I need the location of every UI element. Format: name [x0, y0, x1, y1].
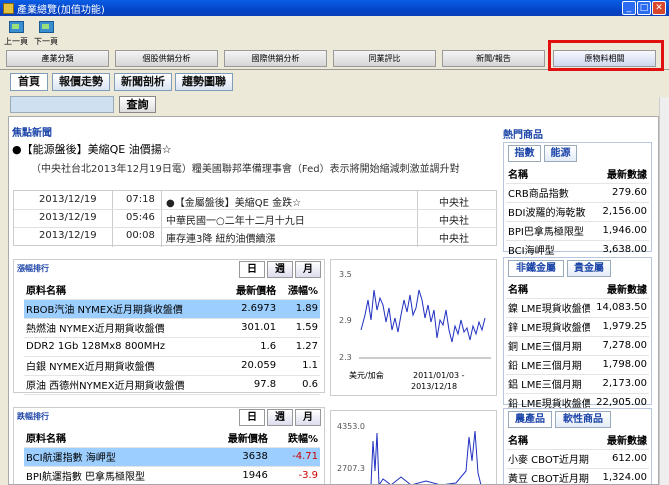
tab-quote-trend[interactable]: 報價走勢 — [52, 73, 110, 91]
prev-page-icon — [7, 18, 25, 34]
tab-industry-category[interactable]: 產業分類 — [6, 50, 109, 67]
table-row[interactable]: 黃豆 CBOT近月期 1,324.00 — [506, 468, 649, 484]
focus-summary: （中央社台北2013年12月19日電）糧美國聯邦準備理事會（Fed）表示將開始縮… — [31, 164, 460, 175]
gainers-chart: 3.5 2.9 2.3 美元/加侖 2011/01/03 - 2013/12/1… — [330, 259, 497, 396]
losers-tab-day[interactable]: 日 — [239, 409, 265, 426]
minimize-button[interactable]: _ — [622, 1, 636, 15]
gainers-panel: 漲幅排行 日 週 月 原料名稱 最新價格 漲幅% RBOB汽油 NYMEX近月期貨收… — [13, 259, 325, 395]
svg-text:2013/12/18: 2013/12/18 — [411, 382, 457, 391]
window-title: 產業總覽(加值功能) — [17, 4, 105, 16]
svg-text:2707.3: 2707.3 — [337, 464, 365, 473]
gainers-tab-week[interactable]: 週 — [267, 261, 293, 278]
losers-title: 跌幅排行 — [17, 412, 49, 421]
vertical-scrollbar[interactable] — [659, 97, 669, 485]
losers-tab-week[interactable]: 週 — [267, 409, 293, 426]
news-list: 2013/12/19 07:18 ●【金屬盤後】美縮QE 金跌☆ 中央社 201… — [13, 190, 498, 247]
hot-group-metals: 非鐵金屬 貴金屬 名稱 最新數據 鎳 LME現貨收盤價 14,083.50 鋅 LM… — [503, 257, 652, 413]
table-row[interactable]: BDI波羅的海乾散 2,156.00 — [506, 202, 649, 222]
news-item[interactable]: 2013/12/19 07:18 ●【金屬盤後】美縮QE 金跌☆ 中央社 — [14, 192, 498, 209]
table-row[interactable]: 鋅 LME現貨收盤價 1,979.25 — [506, 317, 649, 337]
table-row[interactable]: RBOB汽油 NYMEX近月期貨收盤價 2.6973 1.89 — [24, 299, 320, 319]
close-button[interactable]: ✕ — [652, 1, 666, 15]
hot-metals-table: 名稱 最新數據 鎳 LME現貨收盤價 14,083.50 鋅 LME現貨收盤價 1,9… — [506, 279, 649, 413]
search-input[interactable] — [10, 96, 114, 113]
tab-index[interactable]: 指數 — [508, 145, 541, 162]
next-page-icon — [37, 18, 55, 34]
table-row[interactable]: CRB商品指數 279.60 — [506, 183, 649, 203]
table-row[interactable]: 原油 西德州NYMEX近月期貨收盤價 97.8 0.6 — [24, 375, 320, 395]
tab-precious[interactable]: 貴金屬 — [567, 260, 611, 277]
tab-peer-compare[interactable]: 同業評比 — [333, 50, 436, 67]
app-icon — [3, 2, 14, 14]
gainers-tab-day[interactable]: 日 — [239, 261, 265, 278]
gainers-sparkline: 3.5 2.9 2.3 美元/加侖 2011/01/03 - 2013/12/1… — [339, 270, 491, 391]
hot-group-index: 指數 能源 名稱 最新數據 CRB商品指數 279.60 BDI波羅的海乾散 2,15… — [503, 142, 652, 260]
svg-text:3.5: 3.5 — [339, 270, 352, 279]
focus-news-title: 焦點新聞 — [12, 128, 52, 139]
table-row[interactable]: 鋁 LME三個月期 2,173.00 — [506, 374, 649, 394]
tab-stock-supply[interactable]: 個股供銷分析 — [115, 50, 218, 67]
gainers-title: 漲幅排行 — [17, 264, 49, 273]
tab-energy[interactable]: 能源 — [544, 145, 577, 162]
table-row[interactable]: 小麥 CBOT近月期 612.00 — [506, 449, 649, 469]
highlight-box — [548, 40, 664, 71]
losers-table: 原料名稱 最新價格 跌幅% BCI航運指數 海岬型 3638 -4.71 BPI航運指數… — [24, 428, 320, 484]
svg-text:4353.0: 4353.0 — [337, 422, 365, 431]
news-item[interactable]: 2013/12/19 05:46 中華民國一○二年十二月十九日 中央社 — [14, 210, 498, 227]
table-row[interactable]: 鉛 LME三個月期 1,798.00 — [506, 355, 649, 375]
gainers-table: 原料名稱 最新價格 漲幅% RBOB汽油 NYMEX近月期貨收盤價 2.6973 1.8… — [24, 280, 320, 395]
tab-agriculture[interactable]: 農產品 — [508, 411, 552, 428]
tab-news-analysis[interactable]: 新聞剖析 — [114, 73, 172, 91]
losers-sparkline: 4353.0 2707.3 — [337, 422, 482, 484]
news-item[interactable]: 2013/12/19 00:08 庫存連3降 紐約油價續漲 中央社 — [14, 228, 498, 245]
tab-nonferrous[interactable]: 非鐵金屬 — [508, 260, 564, 277]
losers-chart: 4353.0 2707.3 — [330, 410, 497, 484]
prev-page-button[interactable]: 上一頁 — [3, 18, 29, 47]
content-area: 焦點新聞 ●【能源盤後】美縮QE 油價揚☆ （中央社台北2013年12月19日電… — [8, 116, 659, 485]
focus-headline[interactable]: ●【能源盤後】美縮QE 油價揚☆ — [12, 141, 172, 157]
tab-intl-supply[interactable]: 國際供銷分析 — [224, 50, 327, 67]
losers-tab-month[interactable]: 月 — [295, 409, 321, 426]
hot-agri-table: 名稱 最新數據 小麥 CBOT近月期 612.00 黃豆 CBOT近月期 1,324.… — [506, 430, 649, 484]
window-title-bar: 產業總覽(加值功能) — [0, 0, 669, 16]
hot-group-agri: 農產品 軟性商品 名稱 最新數據 小麥 CBOT近月期 612.00 黃豆 CBOT… — [503, 408, 652, 484]
svg-text:2.3: 2.3 — [339, 353, 352, 362]
next-page-button[interactable]: 下一頁 — [33, 18, 59, 47]
maximize-button[interactable]: □ — [637, 1, 651, 15]
svg-text:美元/加侖: 美元/加侖 — [349, 370, 384, 380]
tab-news-report[interactable]: 新聞/報告 — [442, 50, 545, 67]
table-row[interactable]: BPI巴拿馬極限型 1,946.00 — [506, 221, 649, 241]
tab-home[interactable]: 首頁 — [10, 73, 48, 91]
svg-text:2.9: 2.9 — [339, 316, 352, 325]
table-row[interactable]: BPI航運指數 巴拿馬極限型 1946 -3.9 — [24, 466, 320, 484]
table-row[interactable]: 銅 LME三個月期 7,278.00 — [506, 336, 649, 356]
table-row[interactable]: 鎳 LME現貨收盤價 14,083.50 — [506, 298, 649, 318]
losers-panel: 跌幅排行 日 週 月 原料名稱 最新價格 跌幅% BCI航運指數 海岬型 3638 -4… — [13, 407, 325, 484]
tab-soft-commodities[interactable]: 軟性商品 — [555, 411, 611, 428]
tab-trend-chart[interactable]: 趨勢圖聯 — [175, 73, 233, 91]
table-row[interactable]: DDR2 1Gb 128Mx8 800MHz 1.6 1.27 — [24, 337, 320, 357]
table-row[interactable]: BCI航運指數 海岬型 3638 -4.71 — [24, 447, 320, 467]
svg-text:2011/01/03 -: 2011/01/03 - — [413, 371, 465, 380]
query-button[interactable]: 查詢 — [119, 96, 156, 113]
hot-title: 熱門商品 — [503, 130, 543, 141]
table-row[interactable]: 熱燃油 NYMEX近月期貨收盤價 301.01 1.59 — [24, 318, 320, 338]
table-row[interactable]: 白銀 NYMEX近月期貨收盤價 20.059 1.1 — [24, 356, 320, 376]
gainers-tab-month[interactable]: 月 — [295, 261, 321, 278]
hot-index-table: 名稱 最新數據 CRB商品指數 279.60 BDI波羅的海乾散 2,156.00 B… — [506, 164, 649, 260]
